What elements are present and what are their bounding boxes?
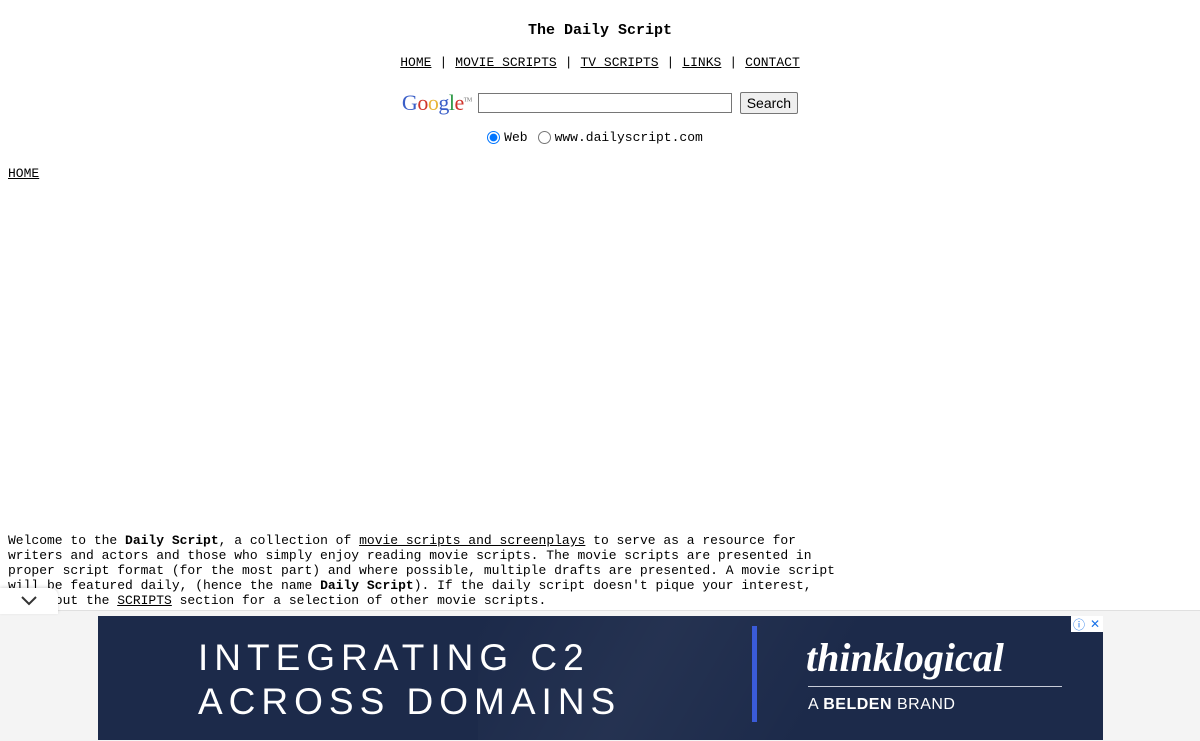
ad-collapse-button[interactable] (0, 588, 58, 614)
ad-banner[interactable]: INTEGRATING C2 ACROSS DOMAINS thinklogic… (98, 616, 1103, 740)
nav-separator: | (666, 55, 675, 70)
welcome-text-part: Welcome to the (8, 533, 126, 548)
ad-brand-logo: thinklogical (806, 635, 1004, 680)
site-name-bold: Daily Script (125, 533, 219, 548)
ad-brand-rule (808, 686, 1062, 687)
search-input[interactable] (477, 93, 732, 113)
top-nav: HOME | MOVIE SCRIPTS | TV SCRIPTS | LINKS | CONT… (0, 55, 1200, 70)
ad-tagline-part: BRAND (892, 696, 956, 713)
search-scope: Web www.dailyscript.com (0, 130, 1200, 145)
scripts-link[interactable]: SCRIPTS (117, 593, 172, 608)
google-search-form: GoogleTM Search (0, 92, 1200, 114)
nav-separator: | (729, 55, 738, 70)
info-icon[interactable]: ⓘ (1071, 616, 1087, 632)
ad-headline: INTEGRATING C2 ACROSS DOMAINS (198, 637, 622, 722)
welcome-text: Welcome to the Daily Script, a collectio… (8, 533, 868, 608)
welcome-text-part: , a collection of (218, 533, 360, 548)
nav-movie-scripts[interactable]: MOVIE SCRIPTS (455, 55, 556, 70)
ad-tagline: A BELDEN BRAND (808, 696, 955, 714)
google-logo[interactable]: GoogleTM (402, 92, 472, 114)
nav-contact[interactable]: CONTACT (745, 55, 800, 70)
ad-tagline-part: A (808, 696, 824, 713)
close-icon[interactable]: ✕ (1087, 616, 1103, 632)
radio-site[interactable] (537, 131, 551, 144)
radio-web-label: Web (504, 130, 528, 145)
nav-links[interactable]: LINKS (682, 55, 721, 70)
nav-home[interactable]: HOME (400, 55, 431, 70)
radio-site-label: www.dailyscript.com (554, 130, 703, 145)
nav-separator: | (564, 55, 573, 70)
welcome-text-part: section for a selection of other movie s… (171, 593, 547, 608)
ad-tagline-bold: BELDEN (823, 696, 893, 713)
breadcrumb-home[interactable]: HOME (8, 166, 39, 181)
radio-web[interactable] (487, 131, 501, 144)
ad-controls: ⓘ ✕ (1071, 616, 1103, 632)
movie-scripts-link[interactable]: movie scripts and screenplays (359, 533, 585, 548)
search-button[interactable]: Search (739, 92, 799, 114)
nav-tv-scripts[interactable]: TV SCRIPTS (581, 55, 659, 70)
chevron-down-icon (21, 596, 37, 606)
nav-separator: | (439, 55, 448, 70)
ad-divider (752, 626, 757, 722)
site-name-bold: Daily Script (320, 578, 414, 593)
page-title: The Daily Script (527, 22, 673, 39)
